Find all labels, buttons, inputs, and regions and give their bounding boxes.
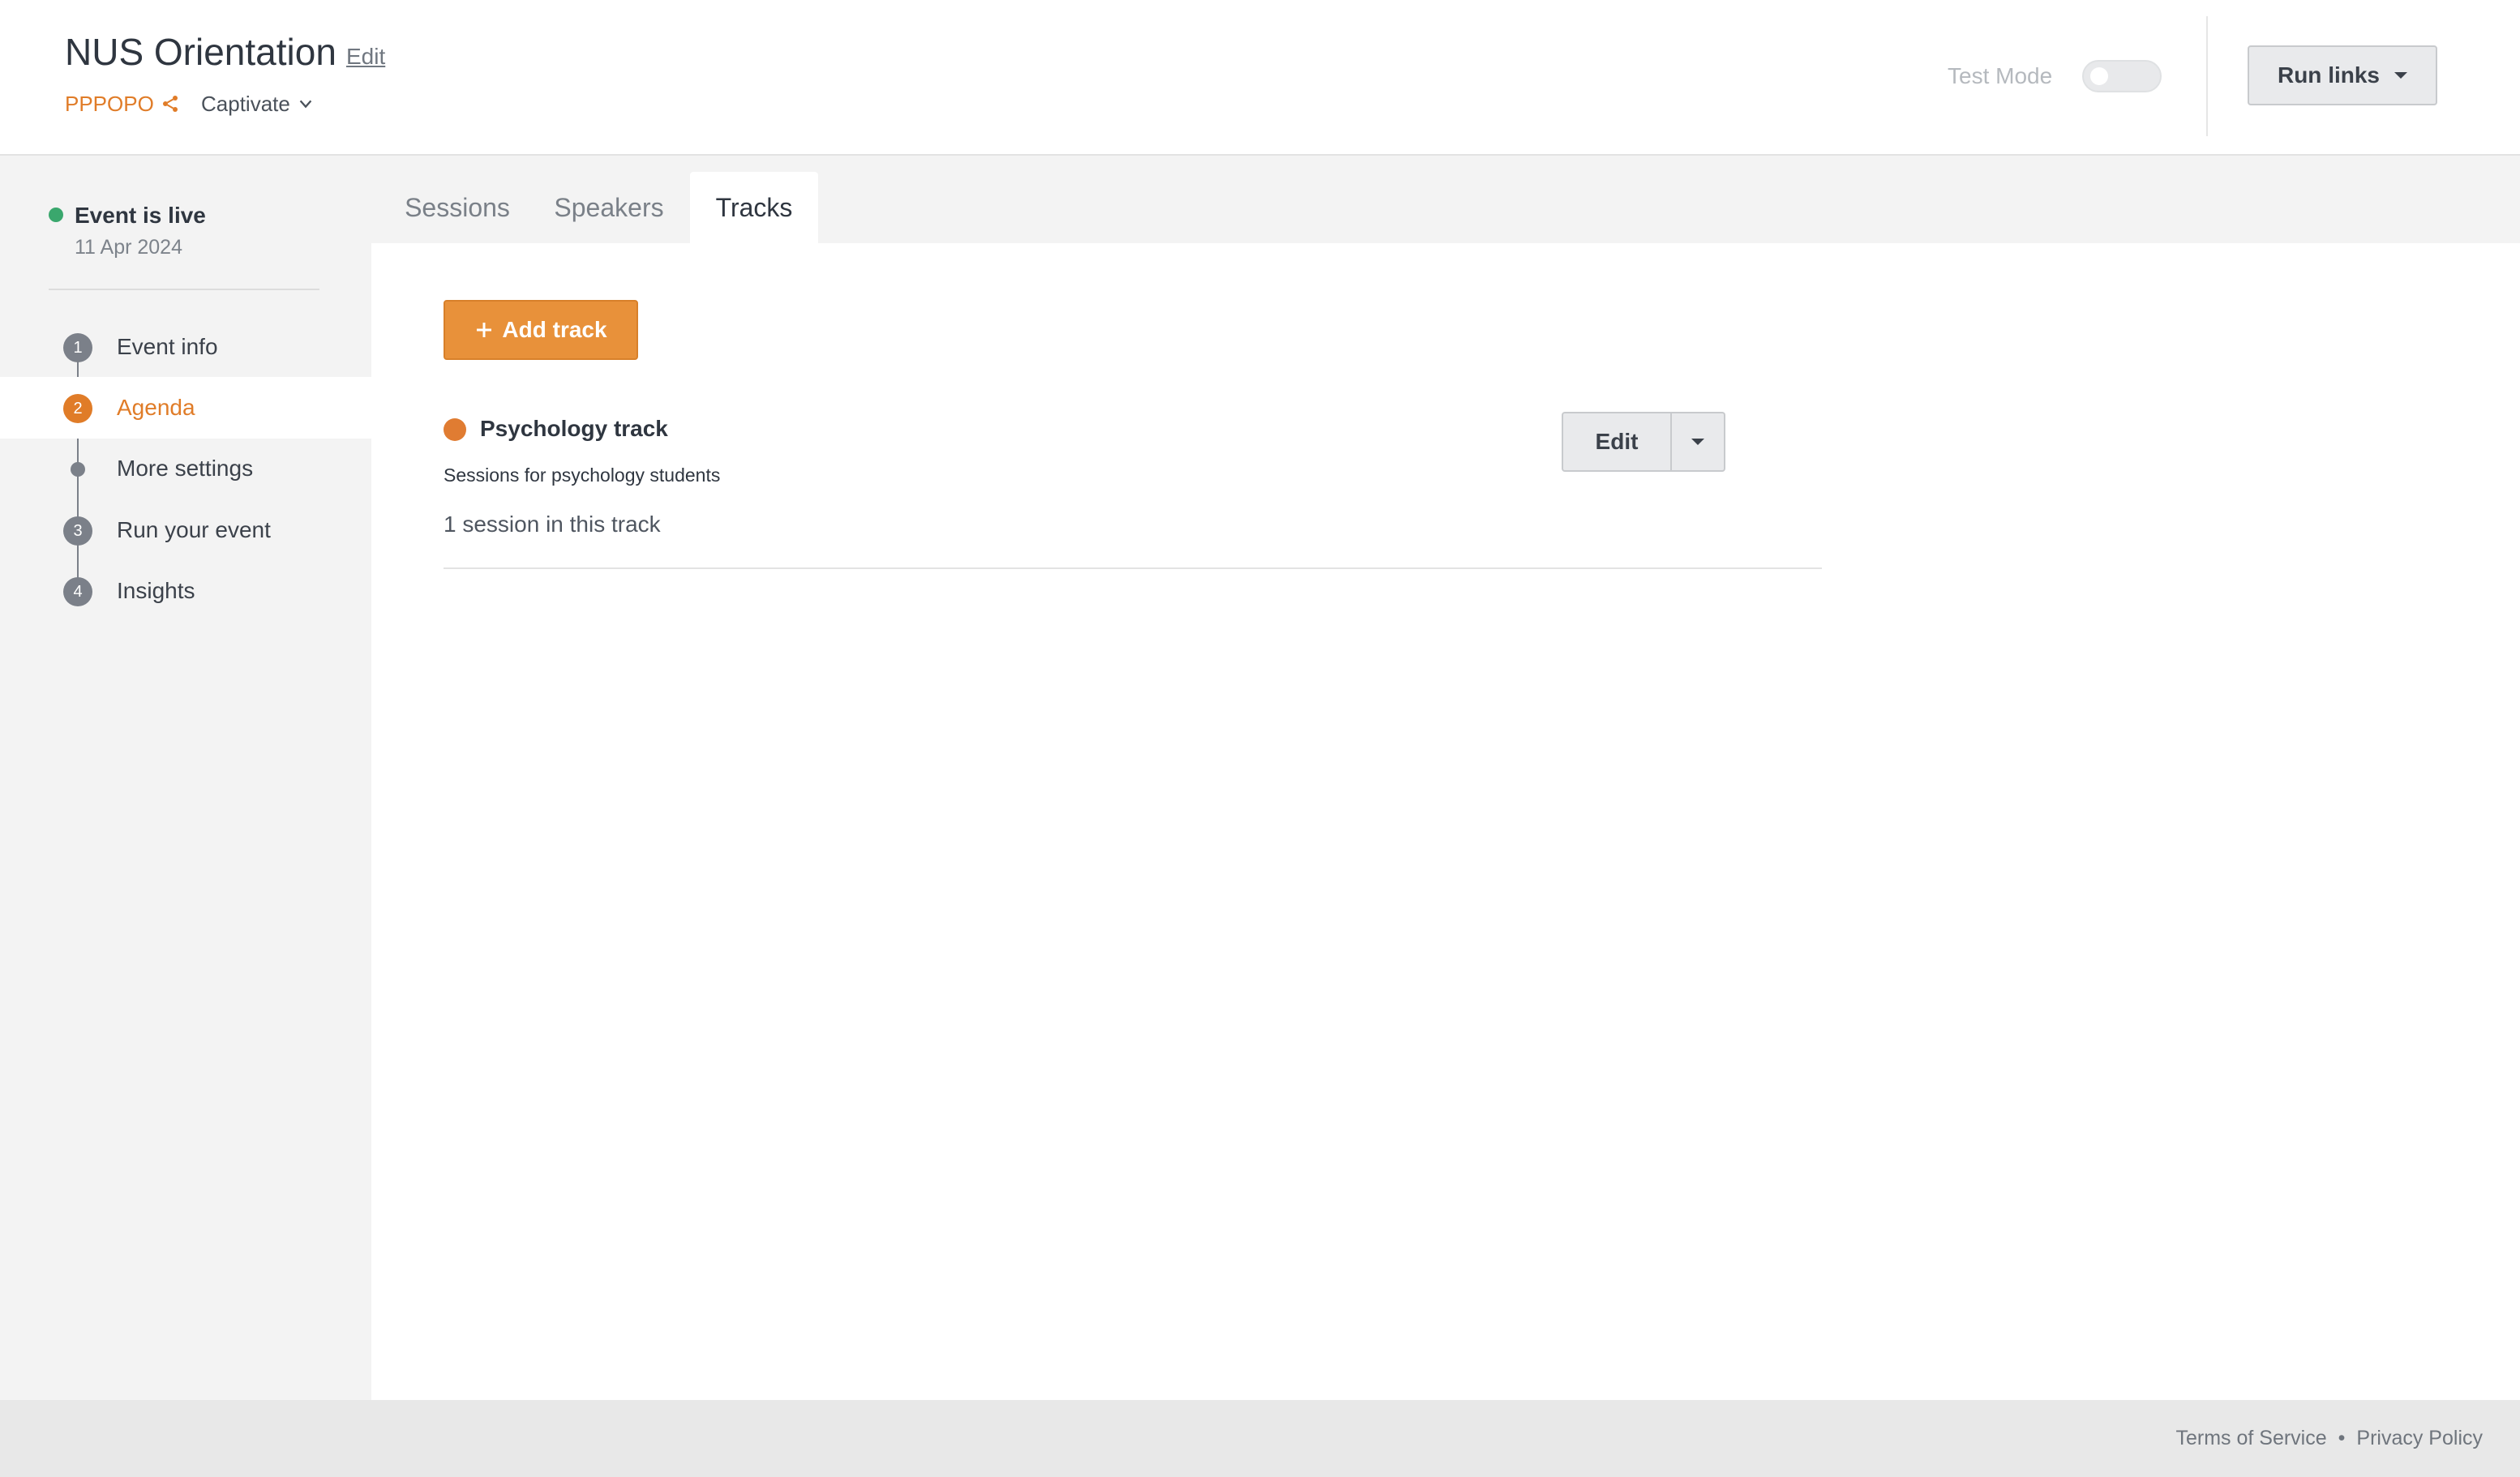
event-title: NUS Orientation (65, 31, 336, 73)
run-links-label: Run links (2277, 62, 2380, 88)
sidebar-item-insights[interactable]: 4 Insights (0, 560, 371, 622)
track-edit-button-group: Edit (1562, 412, 1725, 472)
footer: Terms of Service • Privacy Policy (0, 1400, 2520, 1477)
track-divider (444, 567, 1822, 569)
tab-speakers[interactable]: Speakers (542, 172, 676, 243)
add-track-label: Add track (502, 317, 607, 342)
step-badge: 3 (63, 516, 92, 546)
main-content: Sessions Speakers Tracks Add track Psych… (371, 156, 2520, 1400)
add-track-button[interactable]: Add track (444, 300, 638, 360)
plan-dropdown[interactable]: Captivate (201, 90, 315, 118)
tab-tracks[interactable]: Tracks (690, 172, 818, 243)
sidebar-item-more-settings[interactable]: More settings (0, 438, 371, 499)
substep-dot (71, 462, 85, 477)
caret-down-icon (2394, 72, 2407, 79)
track-name: Psychology track (480, 416, 668, 441)
sidebar-item-label: Insights (117, 578, 195, 603)
tab-sessions[interactable]: Sessions (394, 172, 521, 243)
chevron-down-icon (299, 100, 312, 109)
sidebar: Event is live 11 Apr 2024 1 Event info 2… (0, 156, 371, 1400)
sidebar-item-agenda[interactable]: 2 Agenda (0, 377, 371, 439)
caret-down-icon (1691, 439, 1704, 445)
organization-link[interactable]: PPPOPO (65, 90, 180, 118)
step-badge: 1 (63, 333, 92, 362)
step-badge: 2 (63, 394, 92, 423)
sidebar-divider (49, 289, 319, 290)
track-edit-button[interactable]: Edit (1562, 412, 1672, 472)
plus-icon (477, 323, 492, 337)
sidebar-item-label: More settings (117, 456, 254, 481)
track-color-dot (444, 418, 466, 441)
top-header: NUS Orientation Edit PPPOPO Captivate Te… (0, 0, 2520, 156)
footer-separator: • (2338, 1427, 2346, 1449)
sidebar-item-label: Event info (117, 334, 218, 359)
track-session-count: 1 session in this track (444, 512, 661, 537)
test-mode-label: Test Mode (1948, 63, 2053, 88)
event-date: 11 Apr 2024 (75, 236, 182, 259)
track-options-dropdown-button[interactable] (1672, 412, 1725, 472)
test-mode-toggle[interactable] (2082, 60, 2162, 92)
share-icon (162, 96, 178, 112)
terms-of-service-link[interactable]: Terms of Service (2175, 1424, 2326, 1452)
event-status-label: Event is live (75, 203, 206, 228)
sidebar-item-label: Agenda (117, 395, 195, 420)
live-status-dot (49, 208, 63, 222)
tabs-bar: Sessions Speakers Tracks (371, 156, 2520, 243)
footer-links: Terms of Service • Privacy Policy (2175, 1424, 2483, 1452)
privacy-policy-link[interactable]: Privacy Policy (2356, 1424, 2483, 1452)
plan-name: Captivate (201, 92, 290, 116)
toggle-knob (2090, 67, 2108, 85)
sidebar-item-label: Run your event (117, 517, 271, 542)
sidebar-item-event-info[interactable]: 1 Event info (0, 316, 371, 378)
track-description: Sessions for psychology students (444, 465, 721, 486)
edit-title-link[interactable]: Edit (346, 42, 385, 71)
step-badge: 4 (63, 577, 92, 606)
header-divider (2206, 16, 2208, 136)
sidebar-item-run-your-event[interactable]: 3 Run your event (0, 499, 371, 561)
run-links-button[interactable]: Run links (2248, 45, 2437, 105)
organization-name: PPPOPO (65, 92, 154, 116)
